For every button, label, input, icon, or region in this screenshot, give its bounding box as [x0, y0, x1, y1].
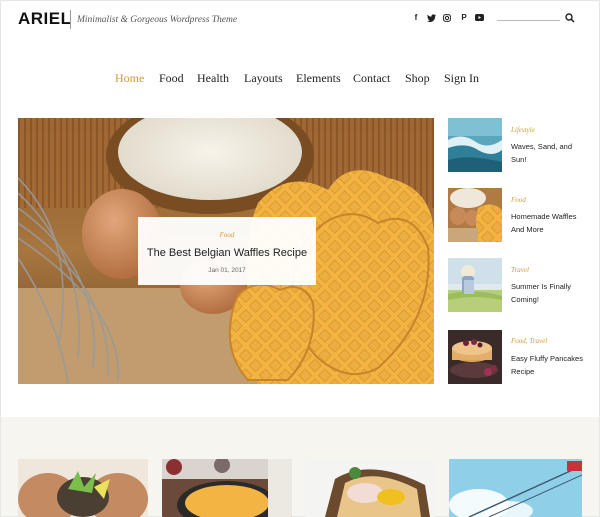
- search-icon[interactable]: [565, 13, 575, 23]
- hero-date: Jan 01, 2017: [208, 267, 246, 274]
- side-post-thumb[interactable]: [448, 188, 502, 242]
- side-post-thumb[interactable]: [448, 330, 502, 384]
- hero-category[interactable]: Food: [138, 231, 316, 239]
- nav-item-sign-in[interactable]: Sign In: [444, 71, 479, 86]
- nav-item-elements[interactable]: Elements: [296, 71, 341, 86]
- side-post-title-line: Waves, Sand, and: [511, 142, 573, 151]
- side-post-title-line: Recipe: [511, 367, 535, 376]
- side-post-title[interactable]: Waves, Sand, and Sun!: [511, 140, 586, 166]
- nav-item-health[interactable]: Health: [197, 71, 229, 86]
- featured-card-thumb[interactable]: [449, 459, 582, 517]
- featured-card-thumb[interactable]: [305, 459, 435, 517]
- side-post-category[interactable]: Lifestyle: [511, 126, 535, 134]
- side-post-title[interactable]: Easy Fluffy Pancakes Recipe: [511, 352, 586, 378]
- featured-card-thumb[interactable]: [18, 459, 148, 517]
- side-post-category[interactable]: Food: [511, 196, 526, 204]
- side-post-title-line: Easy Fluffy Pancakes: [511, 354, 583, 363]
- nav-item-contact[interactable]: Contact: [353, 71, 390, 86]
- search-input[interactable]: [497, 20, 560, 21]
- side-post-title-line: Summer Is Finally: [511, 282, 572, 291]
- site-tagline: Minimalist & Gorgeous Wordpress Theme: [77, 15, 238, 25]
- side-post-title-line: Sun!: [511, 155, 527, 164]
- side-post-category[interactable]: Travel: [511, 266, 529, 274]
- hero-title[interactable]: The Best Belgian Waffles Recipe: [138, 247, 316, 259]
- nav-item-food[interactable]: Food: [159, 71, 184, 86]
- side-post-title[interactable]: Summer Is Finally Coming!: [511, 280, 586, 306]
- site-logo[interactable]: ARIEL: [18, 9, 72, 29]
- side-post-title-line: Coming!: [511, 295, 539, 304]
- featured-card-thumb[interactable]: [162, 459, 292, 517]
- side-post-thumb[interactable]: [448, 118, 502, 172]
- nav-item-shop[interactable]: Shop: [405, 71, 430, 86]
- side-post-category[interactable]: Food, Travel: [511, 337, 547, 345]
- side-post-title[interactable]: Homemade Waffles And More: [511, 210, 586, 236]
- hero-caption[interactable]: Food The Best Belgian Waffles Recipe Jan…: [138, 217, 316, 285]
- side-post-thumb[interactable]: [448, 258, 502, 312]
- side-post-title-line: And More: [511, 225, 544, 234]
- nav-item-home[interactable]: Home: [115, 71, 144, 86]
- side-post-title-line: Homemade Waffles: [511, 212, 577, 221]
- nav-item-layouts[interactable]: Layouts: [244, 71, 283, 86]
- logo-divider: [70, 10, 71, 29]
